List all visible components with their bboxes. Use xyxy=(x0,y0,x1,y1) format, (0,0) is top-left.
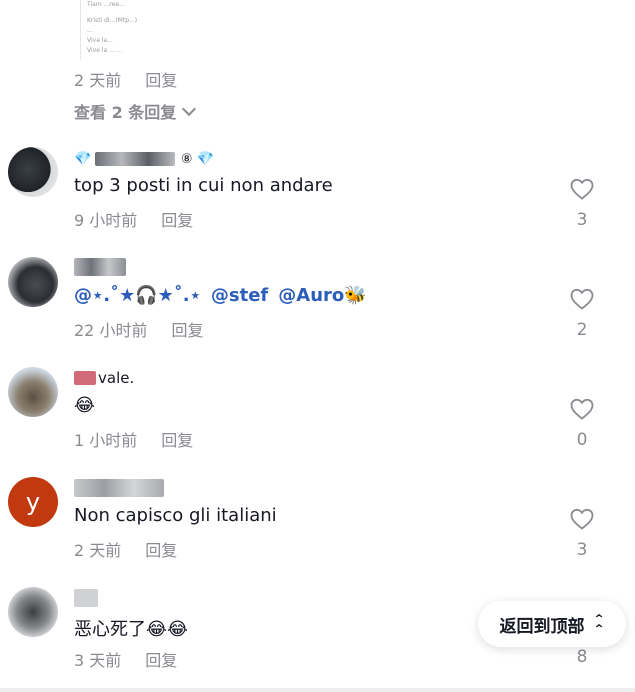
reply-button[interactable]: 回复 xyxy=(145,647,177,671)
reply-button[interactable]: 回复 xyxy=(145,537,177,561)
reply-button[interactable]: 回复 xyxy=(161,427,193,451)
heart-icon[interactable] xyxy=(570,288,594,310)
like-section: 3 xyxy=(562,178,602,230)
username-blurred xyxy=(74,371,96,385)
like-section: 8 xyxy=(562,647,602,667)
reply-button[interactable]: 回复 xyxy=(161,207,193,231)
username[interactable]: vale. xyxy=(74,369,154,387)
mention-link[interactable]: @stef xyxy=(211,285,268,306)
chevron-down-icon xyxy=(182,101,197,117)
back-to-top-button[interactable]: 返回到顶部 ⌃ ⌃ xyxy=(478,601,626,647)
like-count: 8 xyxy=(576,647,588,667)
avatar[interactable] xyxy=(8,367,58,417)
view-replies-label: 查看 2 条回复 xyxy=(74,103,177,122)
comment-time: 9 小时前 xyxy=(74,211,138,230)
view-replies-button[interactable]: 查看 2 条回复 xyxy=(74,99,197,123)
username-blurred[interactable] xyxy=(74,479,164,497)
comment-meta: 1 小时前 回复 xyxy=(74,427,193,451)
comment-meta: 3 天前 回复 xyxy=(74,647,177,671)
avatar-letter: y xyxy=(25,488,41,516)
comment-item: vale. 😂 1 小时前 回复 0 xyxy=(0,365,635,475)
avatar[interactable]: y xyxy=(8,477,58,527)
thumb-line: Tiam ...ree... xyxy=(87,1,125,8)
comment-meta: 2 天前 回复 xyxy=(74,537,177,561)
mention-link[interactable]: @Auro🐝 xyxy=(278,285,366,306)
like-section: 3 xyxy=(562,508,602,560)
comment-meta: 22 小时前 回复 xyxy=(74,317,203,341)
comment-text: Non capisco gli italiani xyxy=(74,505,277,526)
like-section: 0 xyxy=(562,398,602,450)
diamond-icon: 💎 xyxy=(196,151,214,167)
bottom-divider xyxy=(0,688,635,692)
comment-time: 1 小时前 xyxy=(74,431,138,450)
thumb-line: Viva la... xyxy=(87,37,113,44)
comments-page: Tiam ...ree... Kristi di...(Mtp...) ... … xyxy=(0,0,635,692)
like-count: 3 xyxy=(576,210,588,230)
thumb-line: Kristi di...(Mtp...) xyxy=(87,17,138,24)
diamond-icon: 💎 xyxy=(74,151,92,167)
back-to-top-label: 返回到顶部 xyxy=(499,616,585,637)
comment-item: @⋆.˚★🎧★˚.⋆ @stef @Auro🐝 22 小时前 回复 2 xyxy=(0,255,635,365)
comment-text: 😂 xyxy=(74,395,96,416)
username-blurred[interactable] xyxy=(74,258,126,276)
username[interactable]: 💎 ⑧ 💎 xyxy=(74,150,214,168)
username-text: vale. xyxy=(98,369,135,387)
like-section: 2 xyxy=(562,288,602,340)
reply-button[interactable]: 回复 xyxy=(145,67,177,91)
comment-time: 2 天前 xyxy=(74,71,122,90)
comment-meta: 9 小时前 回复 xyxy=(74,207,193,231)
heart-icon[interactable] xyxy=(570,178,594,200)
avatar[interactable] xyxy=(8,147,58,197)
comment-time: 3 天前 xyxy=(74,651,122,670)
username-badge: ⑧ xyxy=(180,151,193,167)
heart-icon[interactable] xyxy=(570,508,594,530)
comment-item: 💎 ⑧ 💎 top 3 posti in cui non andare 9 小时… xyxy=(0,145,635,255)
comment-time: 2 天前 xyxy=(74,541,122,560)
reply-image-thumbnail[interactable]: Tiam ...ree... Kristi di...(Mtp...) ... … xyxy=(80,0,191,60)
avatar[interactable] xyxy=(8,587,58,637)
comment-item: y Non capisco gli italiani 2 天前 回复 3 xyxy=(0,475,635,585)
avatar[interactable] xyxy=(8,257,58,307)
mention-link[interactable]: @⋆.˚★🎧★˚.⋆ xyxy=(74,285,201,306)
heart-icon[interactable] xyxy=(570,398,594,420)
double-chevron-up-icon: ⌃ ⌃ xyxy=(593,612,606,636)
comment-time: 22 小时前 xyxy=(74,321,148,340)
username-blurred xyxy=(95,152,175,166)
username-blurred[interactable] xyxy=(74,589,98,607)
comment-text: 恶心死了😂😂 xyxy=(74,619,189,640)
thumb-line: ... xyxy=(87,27,93,34)
comment-text: top 3 posti in cui non andare xyxy=(74,175,333,196)
like-count: 3 xyxy=(576,540,588,560)
reply-button[interactable]: 回复 xyxy=(171,317,203,341)
comment-text: @⋆.˚★🎧★˚.⋆ @stef @Auro🐝 xyxy=(74,285,367,306)
top-reply-meta: 2 天前 回复 xyxy=(74,67,177,91)
thumb-line: Vive la ... ... xyxy=(87,47,123,54)
like-count: 0 xyxy=(576,430,588,450)
like-count: 2 xyxy=(576,320,588,340)
